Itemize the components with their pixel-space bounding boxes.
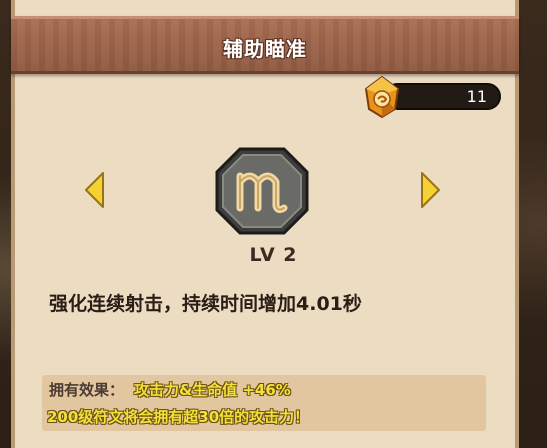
effects-label: 拥有效果： — [49, 381, 125, 399]
effects-value: 攻击力&生命值 +46% — [134, 381, 291, 399]
rune-symbol-icon — [215, 147, 309, 235]
prev-rune-arrow-icon[interactable] — [83, 170, 107, 210]
skill-description: 强化连续射击，持续时间增加4.01秒 — [49, 293, 362, 315]
page-title: 辅助瞄准 — [223, 37, 307, 61]
effects-note: 200级符文将会拥有超30倍的攻击力！ — [47, 408, 310, 426]
panel-header: 辅助瞄准 — [11, 16, 519, 74]
crystal-gem-icon — [364, 75, 400, 119]
effects-line: 拥有效果： 攻击力&生命值 +46% — [49, 379, 291, 400]
next-rune-arrow-icon[interactable] — [418, 170, 442, 210]
rune-level: LV 2 — [249, 244, 298, 266]
currency-value: 11 — [466, 87, 487, 106]
